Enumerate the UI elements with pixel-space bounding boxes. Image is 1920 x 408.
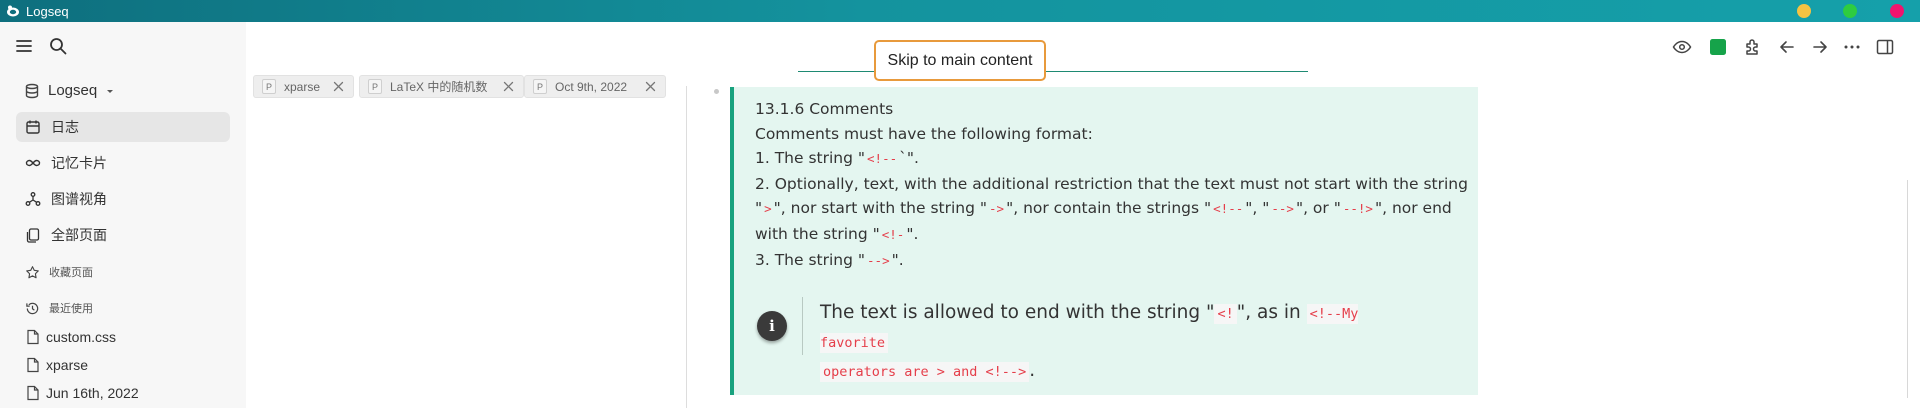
search-icon[interactable] bbox=[48, 36, 68, 56]
puzzle-icon bbox=[1746, 39, 1758, 55]
toolbar-eye-button[interactable] bbox=[1671, 36, 1693, 58]
more-icon bbox=[1844, 45, 1860, 49]
sidebar-item-all-pages[interactable]: 全部页面 bbox=[16, 220, 230, 250]
pages-icon bbox=[26, 228, 40, 243]
page-tab[interactable]: P xparse bbox=[253, 75, 354, 98]
calendar-icon bbox=[26, 120, 40, 134]
tab-label: Oct 9th, 2022 bbox=[555, 79, 628, 94]
page-icon bbox=[27, 357, 39, 373]
color-square-icon bbox=[1710, 39, 1726, 55]
toolbar-color-button[interactable] bbox=[1707, 36, 1729, 58]
inline-code: <! bbox=[1214, 304, 1237, 324]
skip-link-underline bbox=[1046, 71, 1308, 72]
page-tab[interactable]: P Oct 9th, 2022 bbox=[524, 75, 666, 98]
scrollbar-track[interactable] bbox=[1907, 180, 1908, 398]
inline-code: --> bbox=[1271, 201, 1294, 217]
inline-code: operators are > and <!--> bbox=[820, 362, 1030, 382]
page-type-badge: P bbox=[368, 79, 382, 94]
sidebar-item-label: 图谱视角 bbox=[51, 191, 107, 207]
favorites-label: 收藏页面 bbox=[49, 267, 93, 279]
recent-header[interactable]: 最近使用 bbox=[25, 300, 93, 316]
graph-selector[interactable]: Logseq bbox=[24, 82, 115, 99]
graph-name: Logseq bbox=[48, 82, 98, 99]
close-button[interactable] bbox=[1890, 4, 1904, 18]
recent-page-label: custom.css bbox=[46, 329, 117, 345]
menu-icon[interactable] bbox=[14, 36, 34, 56]
recent-page-label: xparse bbox=[46, 357, 89, 373]
left-sidebar: Logseq 日志 记忆卡片 图谱视角 全部页面 收藏页面 最近使用 custo… bbox=[0, 22, 246, 408]
recent-page-item[interactable]: custom.css bbox=[26, 329, 116, 345]
sidebar-item-label: 记忆卡片 bbox=[51, 155, 107, 171]
close-icon[interactable] bbox=[644, 80, 657, 93]
page-icon bbox=[27, 385, 39, 401]
close-icon[interactable] bbox=[332, 80, 345, 93]
inline-code: <!-- bbox=[1213, 201, 1244, 217]
list-item: 1. The string " <!-- `". bbox=[755, 149, 919, 168]
database-icon bbox=[25, 83, 39, 98]
toolbar-back-button[interactable] bbox=[1776, 36, 1798, 58]
logseq-logo-icon bbox=[7, 5, 19, 17]
minimize-button[interactable] bbox=[1797, 4, 1811, 18]
inline-code: --!> bbox=[1342, 201, 1373, 217]
callout-text[interactable]: The text is allowed to end with the stri… bbox=[820, 299, 1420, 386]
history-icon bbox=[26, 302, 39, 314]
tab-label: xparse bbox=[284, 79, 321, 94]
favorites-header[interactable]: 收藏页面 bbox=[25, 264, 93, 280]
close-icon[interactable] bbox=[502, 80, 515, 93]
tab-label: LaTeX 中的随机数 bbox=[390, 80, 488, 94]
inline-code: --> bbox=[867, 252, 890, 268]
recent-page-item[interactable]: xparse bbox=[26, 357, 88, 373]
info-icon: i bbox=[757, 311, 787, 341]
caret-down-icon bbox=[107, 89, 114, 93]
sidebar-item-label: 全部页面 bbox=[51, 227, 107, 243]
page-icon bbox=[27, 329, 39, 345]
toolbar-forward-button[interactable] bbox=[1809, 36, 1831, 58]
recent-label: 最近使用 bbox=[49, 303, 93, 315]
inline-code: <!-- bbox=[867, 151, 898, 167]
eye-icon bbox=[1672, 40, 1692, 54]
sidebar-item-label: 日志 bbox=[51, 119, 79, 135]
maximize-button[interactable] bbox=[1843, 4, 1857, 18]
inline-code: -> bbox=[989, 201, 1005, 217]
right-sidebar-icon bbox=[1876, 39, 1894, 55]
graph-icon bbox=[25, 192, 41, 206]
page-type-badge: P bbox=[533, 79, 547, 94]
toolbar-plugins-button[interactable] bbox=[1742, 36, 1764, 58]
skip-link-underline bbox=[798, 71, 874, 72]
block-bullet[interactable] bbox=[714, 89, 719, 94]
list-item: 3. The string " --> ". bbox=[755, 250, 904, 269]
sidebar-item-journals[interactable]: 日志 bbox=[16, 112, 230, 142]
block-content[interactable]: 13.1.6 Comments Comments must have the f… bbox=[755, 97, 1475, 273]
recent-page-item[interactable]: Jun 16th, 2022 bbox=[26, 385, 139, 401]
arrow-right-icon bbox=[1813, 41, 1827, 53]
toolbar-more-button[interactable] bbox=[1841, 36, 1863, 58]
star-icon bbox=[26, 265, 39, 278]
content-divider bbox=[686, 86, 687, 408]
skip-to-main-link[interactable]: Skip to main content bbox=[874, 40, 1046, 81]
toolbar-right-sidebar-button[interactable] bbox=[1874, 36, 1896, 58]
section-heading: 13.1.6 Comments bbox=[755, 100, 894, 118]
page-type-badge: P bbox=[262, 79, 276, 94]
sidebar-item-flashcards[interactable]: 记忆卡片 bbox=[16, 148, 230, 178]
inline-code: <!- bbox=[881, 226, 905, 242]
recent-page-label: Jun 16th, 2022 bbox=[46, 385, 139, 401]
sidebar-item-graph-view[interactable]: 图谱视角 bbox=[16, 184, 230, 214]
intro-text: Comments must have the following format: bbox=[755, 124, 1093, 143]
page-tab[interactable]: P LaTeX 中的随机数 bbox=[359, 75, 524, 98]
arrow-left-icon bbox=[1780, 41, 1794, 53]
inline-code: > bbox=[764, 201, 772, 217]
title-bar: Logseq bbox=[0, 0, 1920, 22]
infinity-icon bbox=[25, 159, 41, 167]
window-title: Logseq bbox=[26, 3, 69, 19]
list-item: 2. Optionally, text, with the additional… bbox=[755, 174, 1468, 243]
